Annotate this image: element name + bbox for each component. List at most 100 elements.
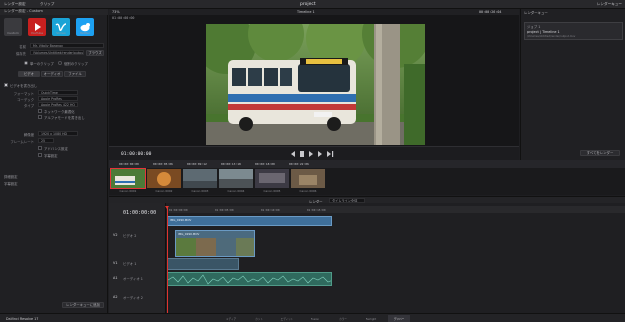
- track-v2-id: V2: [113, 233, 118, 237]
- render-job-name: project | Timeline 1: [527, 30, 560, 34]
- clip-label-5: Canon 0005: [263, 189, 281, 193]
- network-opt-checkbox[interactable]: [38, 109, 42, 113]
- codec-dropdown[interactable]: Apple ProRes: [38, 96, 78, 101]
- framerate-label: フレームレート: [10, 140, 34, 144]
- track-v1-id: V1: [113, 261, 118, 265]
- project-title: project: [300, 1, 316, 7]
- timeline-ruler[interactable]: 01:00:00:00 01:00:05:00 01:00:10:00 01:0…: [167, 206, 625, 213]
- clip-label-6: Canon 0006: [299, 189, 317, 193]
- track-headers: 01:00:00:00 V2 ビデオ 2 V1 ビデオ 1 A1 オーディオ 1…: [109, 203, 166, 313]
- preset-twitter-label: Twitter: [79, 31, 91, 35]
- render-queue-tab[interactable]: レンダーキュー: [597, 2, 622, 7]
- playhead-handle-icon[interactable]: [165, 206, 169, 209]
- single-clip-label: 単一のクリップ: [30, 62, 54, 66]
- codec-label: コーデック: [17, 98, 34, 102]
- timeline-clip-v2-top-label: IMG_0290.MOV: [170, 218, 192, 222]
- add-to-render-queue-button[interactable]: レンダーキューに追加: [62, 302, 104, 308]
- render-settings-tab[interactable]: レンダー設定: [4, 2, 26, 7]
- ruler-tick-3: 01:00:10:00: [261, 207, 280, 212]
- page-fairlight-tab[interactable]: Fairlight: [360, 315, 382, 322]
- advanced-2-label: 字幕設定: [44, 154, 58, 158]
- transport-controls-icon[interactable]: [289, 151, 339, 157]
- render-job-path: /Volumes/Untitled/render/output.mov: [527, 35, 576, 38]
- render-job-card[interactable]: ジョブ 1 project | Timeline 1 /Volumes/Unti…: [524, 22, 623, 40]
- clip-thumb-5[interactable]: [255, 169, 289, 188]
- track-a1-id: A1: [113, 276, 118, 280]
- timeline-clip-v1[interactable]: [167, 258, 239, 270]
- framerate-dropdown[interactable]: 25: [38, 138, 54, 143]
- render-queue-title: レンダーキュー: [524, 11, 548, 15]
- viewer-zoom[interactable]: 73%: [112, 10, 120, 14]
- page-edit-tab[interactable]: エディット: [276, 315, 298, 322]
- footer-option-1[interactable]: 詳細設定: [4, 174, 18, 179]
- clip-tc-2: 00:00:05:06: [153, 162, 173, 166]
- page-media-tab[interactable]: メディア: [220, 315, 242, 322]
- clip-thumb-3[interactable]: [183, 169, 217, 188]
- clip-tc-4: 00:00:13:18: [221, 162, 241, 166]
- clip-thumb-4[interactable]: [219, 169, 253, 188]
- preset-vimeo-label: Vimeo: [56, 31, 66, 35]
- timeline-clip-a1[interactable]: [167, 272, 332, 286]
- viewer-duration: 00:00:26:04: [479, 10, 502, 14]
- advanced-1-checkbox[interactable]: [38, 146, 42, 150]
- page-color-tab[interactable]: カラー: [332, 315, 354, 322]
- footer-option-2[interactable]: 字幕設定: [4, 181, 18, 186]
- clip-strip-header: 00:00:00:00 00:00:05:06 00:00:09:12 00:0…: [109, 160, 625, 168]
- tab-audio[interactable]: オーディオ: [41, 71, 63, 77]
- page-fusion-tab[interactable]: Fusion: [304, 315, 326, 322]
- clip-tc-3: 00:00:09:12: [187, 162, 207, 166]
- app-name: DaVinci Resolve 17: [6, 316, 39, 321]
- preset-youtube-label: YouTube: [30, 31, 44, 35]
- filename-label: 名前: [19, 45, 26, 49]
- top-menu-bar: レンダー設定 クリップ project レンダーキュー: [0, 0, 625, 9]
- individual-clips-radio[interactable]: [58, 61, 62, 65]
- page-deliver-tab[interactable]: デリバー: [388, 315, 410, 322]
- clip-label-4: Canon 0004: [227, 189, 245, 193]
- playhead[interactable]: [167, 206, 168, 313]
- clip-thumb-6[interactable]: [291, 169, 325, 188]
- location-field[interactable]: /Volumes/Untitled/render/output: [30, 50, 84, 55]
- timeline-timecode: 01:00:00:00: [123, 210, 157, 216]
- network-opt-label: ネットワーク最適化: [44, 110, 75, 114]
- resolution-dropdown[interactable]: 1920 x 1080 HD: [38, 131, 78, 136]
- render-settings-header: レンダー設定 - Custom: [0, 9, 108, 15]
- clip-label-2: Canon 0002: [155, 189, 173, 193]
- ruler-tick-4: 01:00:15:00: [307, 207, 326, 212]
- scrub-bar[interactable]: [109, 146, 519, 147]
- clip-label-3: Canon 0003: [191, 189, 209, 193]
- clip-thumb-2[interactable]: [147, 169, 181, 188]
- render-job-label: ジョブ 1: [527, 25, 541, 29]
- single-clip-radio[interactable]: [24, 61, 28, 65]
- page-cut-tab[interactable]: カット: [248, 315, 270, 322]
- alpha-opt-checkbox[interactable]: [38, 115, 42, 119]
- advanced-2-checkbox[interactable]: [38, 153, 42, 157]
- browse-button[interactable]: ブラウズ: [86, 50, 104, 56]
- transport-timecode: 01:00:00:00: [121, 152, 152, 157]
- clip-tc-5: 00:00:18:00: [255, 162, 275, 166]
- location-label: 保存先: [15, 52, 26, 56]
- ruler-tick-2: 01:00:05:00: [215, 207, 234, 212]
- tab-file[interactable]: ファイル: [64, 71, 86, 77]
- transport-bar: 01:00:00:00: [109, 146, 519, 160]
- preset-custom-label: Custom: [7, 31, 19, 35]
- export-video-label: ビデオを書き出し: [10, 84, 38, 88]
- filename-field[interactable]: Mr. Vitaliy Baranov: [30, 43, 104, 48]
- viewer-clip-name: Timeline 1: [297, 10, 315, 14]
- alpha-opt-label: アルファモードを書き出し: [44, 116, 85, 120]
- track-a2-name: オーディオ 2: [123, 296, 143, 300]
- timeline-clip-v2-label: IMG_0290.MOV: [178, 232, 200, 236]
- format-label: フォーマット: [13, 92, 34, 96]
- timeline-clip-v2[interactable]: IMG_0290.MOV: [175, 230, 255, 257]
- type-dropdown[interactable]: Apple ProRes 422 HQ: [38, 102, 78, 107]
- clip-label-1: Canon 0001: [119, 189, 137, 193]
- export-video-checkbox[interactable]: [4, 83, 8, 87]
- tab-video[interactable]: ビデオ: [18, 71, 40, 77]
- timeline-clip-v2-top[interactable]: IMG_0290.MOV: [167, 216, 332, 226]
- render-all-button[interactable]: すべてをレンダー: [580, 150, 620, 156]
- clip-tab[interactable]: クリップ: [40, 2, 54, 7]
- page-navigation-bar: DaVinci Resolve 17 メディア カット エディット Fusion…: [0, 313, 625, 322]
- clip-thumb-1[interactable]: [110, 168, 146, 189]
- format-dropdown[interactable]: QuickTime: [38, 90, 78, 95]
- track-v1-name: ビデオ 1: [123, 262, 137, 266]
- clip-tc-6: 00:00:22:06: [289, 162, 309, 166]
